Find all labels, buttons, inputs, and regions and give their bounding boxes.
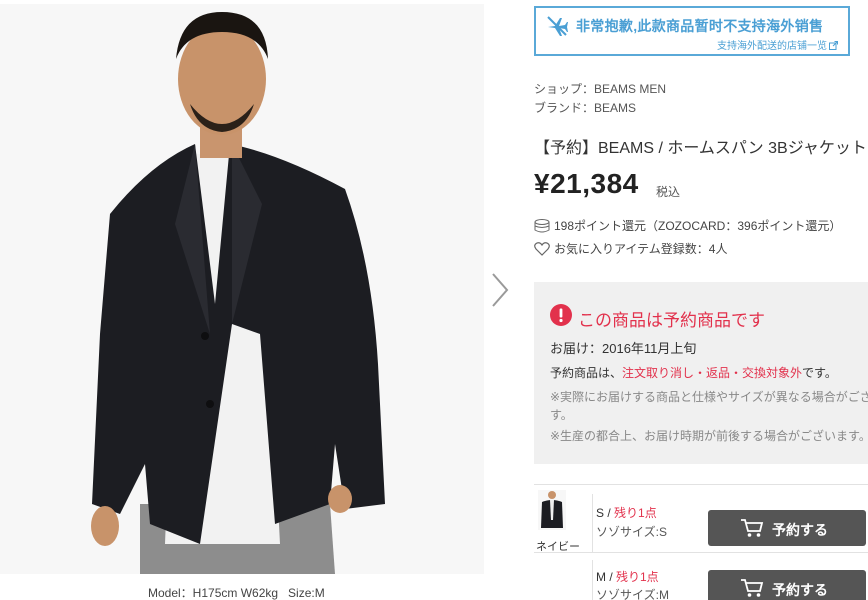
shop-name[interactable]: ショップ：BEAMS MEN: [534, 80, 666, 97]
caution-spec-cont: す。: [550, 408, 573, 422]
points-text: 198ポイント還元（ZOZOCARD：396ポイント還元）: [554, 219, 842, 233]
model-photo: [0, 4, 484, 574]
favorite-count[interactable]: お気に入りアイテム登録数：4人: [534, 240, 727, 257]
tax-label: 税込: [656, 185, 681, 199]
size-stock: M / 残り1点: [596, 568, 659, 585]
reserve-button-label: 予約する: [772, 582, 828, 598]
size-label: S /: [596, 506, 615, 520]
stock-label: 残り1点: [616, 570, 659, 584]
next-image-arrow[interactable]: [487, 270, 515, 310]
reserve-button-label: 予約する: [772, 522, 828, 538]
divider: [534, 552, 868, 553]
size-stock: S / 残り1点: [596, 504, 657, 521]
preorder-info-box: この商品は予約商品です お届け：2016年11月上旬 予約商品は、注文取り消し・…: [534, 282, 868, 464]
preorder-note: 予約商品は、注文取り消し・返品・交換対象外です。: [550, 364, 837, 381]
coin-stack-icon: [534, 219, 550, 233]
delivery-date: お届け：2016年11月上旬: [550, 341, 697, 356]
notice-title: 非常抱歉,此款商品暂时不支持海外销售: [576, 18, 824, 34]
preorder-title: この商品は予約商品です: [578, 311, 765, 330]
brand-name[interactable]: ブランド：BEAMS: [534, 99, 636, 116]
caution-spec: ※実際にお届けする商品と仕様やサイズが異なる場合がございま: [550, 390, 868, 404]
overseas-shops-link[interactable]: 支持海外配送的店铺一览: [717, 37, 838, 52]
stock-label: 残り1点: [614, 506, 657, 520]
cart-icon: [741, 519, 764, 537]
favorite-count-text: お気に入りアイテム登録数：4人: [554, 242, 728, 256]
sku-row: M / 残り1点 ソゾサイズ:M 予約する: [534, 556, 868, 600]
alert-icon: [550, 304, 572, 326]
overseas-notice-banner: 非常抱歉,此款商品暂时不支持海外销售 支持海外配送的店铺一览: [534, 6, 850, 56]
sku-row: ネイビー S / 残り1点 ソゾサイズ:S 予約する: [534, 490, 868, 556]
preorder-note-suffix: です。: [802, 366, 837, 380]
size-label: M /: [596, 570, 616, 584]
zozo-size: ソゾサイズ:M: [596, 588, 669, 600]
divider: [592, 494, 593, 552]
product-title: 【予約】BEAMS / ホームスパン 3Bジャケット: [534, 140, 867, 157]
preorder-note-prefix: 予約商品は、: [550, 366, 623, 380]
divider: [592, 560, 593, 600]
chevron-right-icon: [492, 273, 509, 307]
navy-color-thumbnail[interactable]: [538, 490, 566, 530]
reserve-button-s[interactable]: 予約する: [708, 510, 866, 546]
divider: [534, 484, 868, 485]
zozo-size: ソゾサイズ:S: [596, 525, 667, 539]
cart-icon: [741, 579, 764, 597]
product-price: ¥21,384: [534, 168, 639, 199]
points-info: 198ポイント還元（ZOZOCARD：396ポイント還元）: [534, 217, 841, 234]
model-size-caption: Model：H175cm W62kg Size:M: [148, 586, 325, 600]
preorder-note-warning: 注文取り消し・返品・交換対象外: [622, 366, 803, 380]
caution-delivery: ※生産の都合上、お届け時期が前後する場合がございます。: [550, 429, 868, 443]
heart-icon: [534, 242, 550, 256]
no-shipping-plane-icon: [547, 16, 568, 36]
reserve-button-m[interactable]: 予約する: [708, 570, 866, 600]
overseas-shops-link-label: 支持海外配送的店铺一览: [717, 41, 827, 52]
product-image[interactable]: [0, 4, 484, 574]
external-link-icon: [829, 41, 838, 50]
